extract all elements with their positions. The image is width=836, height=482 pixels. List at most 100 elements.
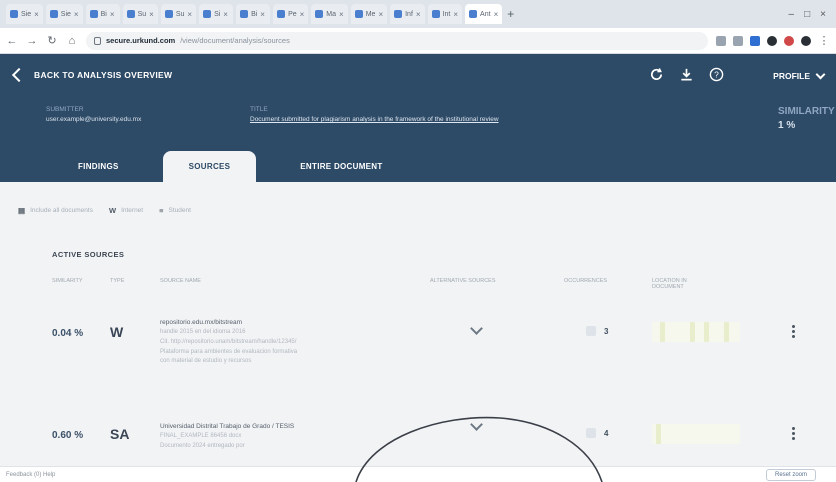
favicon-icon: [126, 10, 135, 18]
table-header: SIMILARITY TYPE SOURCE NAME ALTERNATIVE …: [40, 278, 836, 298]
row-more-icon[interactable]: [792, 427, 795, 440]
browser-tab-label: Me: [365, 10, 376, 18]
browser-tab-label: Sie: [60, 10, 71, 18]
profile-avatar-icon[interactable]: [801, 35, 811, 46]
back-label: BACK TO ANALYSIS OVERVIEW: [34, 70, 173, 80]
browser-tab[interactable]: Sie ×: [6, 4, 43, 24]
maximize-icon[interactable]: □: [804, 9, 810, 20]
close-tab-icon[interactable]: ×: [416, 10, 421, 19]
browser-tab[interactable]: Ant ×: [465, 4, 503, 24]
browser-tab[interactable]: Su ×: [160, 4, 197, 24]
location-distribution: [652, 424, 740, 444]
document-title-link[interactable]: Document submitted for plagiarism analys…: [250, 116, 499, 123]
download-icon[interactable]: [678, 66, 694, 82]
table-row[interactable]: 0.04 % W repositorio.edu.mx/bitstream ha…: [40, 314, 836, 402]
filter-include-all[interactable]: ▤ Include all documents: [18, 206, 93, 215]
close-tab-icon[interactable]: ×: [339, 10, 344, 19]
extension-icon[interactable]: [767, 35, 777, 46]
row-source[interactable]: Universidad Distrital Trabajo de Grado /…: [160, 422, 400, 452]
browser-tab[interactable]: Su ×: [122, 4, 158, 24]
favicon-icon: [89, 10, 98, 18]
browser-tab[interactable]: Si ×: [199, 4, 234, 24]
close-tab-icon[interactable]: ×: [494, 10, 499, 19]
app-header: BACK TO ANALYSIS OVERVIEW ? PROFILE SUBM…: [0, 54, 836, 182]
browser-tab[interactable]: Bi ×: [236, 4, 271, 24]
row-more-icon[interactable]: [792, 325, 795, 338]
browser-tab[interactable]: Pe ×: [273, 4, 309, 24]
close-tab-icon[interactable]: ×: [34, 10, 39, 19]
close-tab-icon[interactable]: ×: [300, 10, 305, 19]
reset-zoom-button[interactable]: Reset zoom: [765, 468, 816, 481]
refresh-icon[interactable]: [648, 66, 664, 82]
panel-title: ACTIVE SOURCES: [52, 250, 125, 259]
help-icon[interactable]: ?: [708, 66, 724, 82]
browser-menu-icon[interactable]: ⋮: [818, 34, 830, 47]
home-icon[interactable]: ⌂: [66, 35, 78, 47]
footer-links[interactable]: Feedback (0) Help: [6, 472, 55, 478]
url-path: /view/document/analysis/sources: [180, 36, 290, 45]
close-window-icon[interactable]: ×: [820, 9, 826, 20]
similarity-label: SIMILARITY: [778, 106, 835, 117]
browser-tab-label: Inf: [405, 10, 413, 18]
documents-icon: ▤: [18, 206, 26, 215]
close-tab-icon[interactable]: ×: [149, 10, 154, 19]
browser-tab[interactable]: Int ×: [427, 4, 463, 24]
occurrence-checkbox[interactable]: [586, 326, 596, 336]
browser-tab-label: Pe: [288, 10, 297, 18]
close-tab-icon[interactable]: ×: [260, 10, 265, 19]
document-title-info: TITLE Document submitted for plagiarism …: [250, 106, 499, 123]
close-tab-icon[interactable]: ×: [74, 10, 79, 19]
close-tab-icon[interactable]: ×: [110, 10, 115, 19]
profile-label: PROFILE: [773, 71, 810, 81]
url-input[interactable]: secure.urkund.com /view/document/analysi…: [86, 31, 708, 50]
extension-icon[interactable]: [716, 35, 726, 46]
occurrence-checkbox[interactable]: [586, 428, 596, 438]
tab-findings[interactable]: FINDINGS: [52, 151, 145, 182]
expand-chevron-icon[interactable]: [470, 418, 483, 431]
source-line: con material de estudio y recursos: [160, 358, 252, 365]
minimize-icon[interactable]: –: [789, 9, 795, 20]
svg-text:?: ?: [714, 69, 719, 79]
browser-tab[interactable]: Bi ×: [85, 4, 120, 24]
extension-icon[interactable]: [750, 35, 760, 46]
filter-web[interactable]: W Internet: [109, 206, 143, 215]
source-line: Documento 2024 entregado por: [160, 442, 245, 449]
close-tab-icon[interactable]: ×: [223, 10, 228, 19]
reload-icon[interactable]: ↻: [46, 34, 58, 47]
browser-tab[interactable]: Ma ×: [311, 4, 348, 24]
browser-tab-label: Ant: [480, 10, 491, 18]
source-line: handle 2015 en del idioma 2016: [160, 329, 246, 336]
close-tab-icon[interactable]: ×: [187, 10, 192, 19]
profile-menu[interactable]: PROFILE: [773, 69, 826, 81]
favicon-icon: [315, 10, 324, 18]
window-controls: – □ ×: [789, 9, 830, 20]
back-to-overview-link[interactable]: BACK TO ANALYSIS OVERVIEW: [11, 67, 173, 83]
expand-chevron-icon[interactable]: [470, 322, 483, 335]
browser-tab[interactable]: Sie ×: [45, 4, 83, 24]
browser-tab-label: Bi: [251, 10, 258, 18]
address-bar: ← → ↻ ⌂ secure.urkund.com /view/document…: [0, 28, 836, 54]
close-tab-icon[interactable]: ×: [453, 10, 458, 19]
new-tab-icon[interactable]: +: [507, 7, 514, 21]
web-icon: W: [108, 206, 117, 215]
filter-include-label: Include all documents: [30, 207, 93, 214]
extension-icon[interactable]: [733, 35, 743, 46]
lock-icon: [94, 36, 101, 45]
forward-arrow-icon[interactable]: →: [26, 35, 38, 47]
filter-student[interactable]: ≡ Student: [159, 206, 191, 215]
row-type: SA: [110, 426, 130, 442]
browser-tab-label: Ma: [326, 10, 337, 18]
browser-tab-label: Int: [442, 10, 451, 18]
browser-tab[interactable]: Inf ×: [390, 4, 425, 24]
filter-student-label: Student: [168, 207, 191, 214]
extension-icon[interactable]: [784, 35, 794, 46]
tab-sources[interactable]: SOURCES: [162, 151, 257, 182]
tab-entire-document[interactable]: ENTIRE DOCUMENT: [274, 151, 408, 182]
browser-tab[interactable]: Me ×: [350, 4, 388, 24]
browser-tab-label: Su: [137, 10, 147, 18]
close-tab-icon[interactable]: ×: [378, 10, 383, 19]
back-arrow-icon[interactable]: ←: [6, 35, 18, 47]
row-source[interactable]: repositorio.edu.mx/bitstream handle 2015…: [160, 318, 400, 367]
occurrence-count: 3: [604, 326, 609, 336]
title-label: TITLE: [250, 106, 268, 113]
